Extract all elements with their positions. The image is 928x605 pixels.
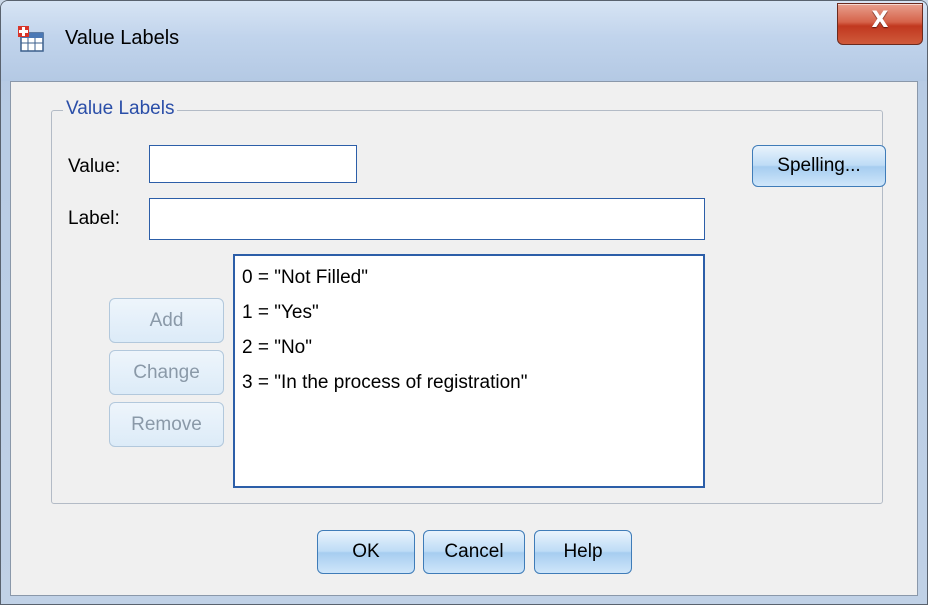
- value-field-label: Value:: [68, 156, 121, 177]
- list-item[interactable]: 0 = "Not Filled": [235, 260, 703, 295]
- dialog-body: Value Labels Value: Spelling... Label: A…: [10, 81, 918, 596]
- cancel-button[interactable]: Cancel: [423, 530, 525, 574]
- table-value-labels-icon: [18, 26, 44, 52]
- label-field-label: Label:: [68, 208, 120, 229]
- spelling-button[interactable]: Spelling...: [752, 145, 886, 187]
- value-labels-list[interactable]: 0 = "Not Filled" 1 = "Yes" 2 = "No" 3 = …: [233, 254, 705, 488]
- value-labels-dialog: Value Labels X Value Labels Value: Spell…: [0, 0, 928, 605]
- close-button[interactable]: X: [837, 3, 923, 45]
- label-input[interactable]: [149, 198, 705, 240]
- list-item[interactable]: 2 = "No": [235, 330, 703, 365]
- ok-button[interactable]: OK: [317, 530, 415, 574]
- value-input[interactable]: [149, 145, 357, 183]
- add-button[interactable]: Add: [109, 298, 224, 343]
- window-title: Value Labels: [65, 27, 180, 49]
- help-button[interactable]: Help: [534, 530, 632, 574]
- close-icon: X: [871, 8, 889, 33]
- group-legend: Value Labels: [63, 98, 178, 120]
- change-button[interactable]: Change: [109, 350, 224, 395]
- list-item[interactable]: 1 = "Yes": [235, 295, 703, 330]
- title-bar[interactable]: Value Labels X: [1, 1, 927, 81]
- list-item[interactable]: 3 = "In the process of registration": [235, 365, 703, 400]
- remove-button[interactable]: Remove: [109, 402, 224, 447]
